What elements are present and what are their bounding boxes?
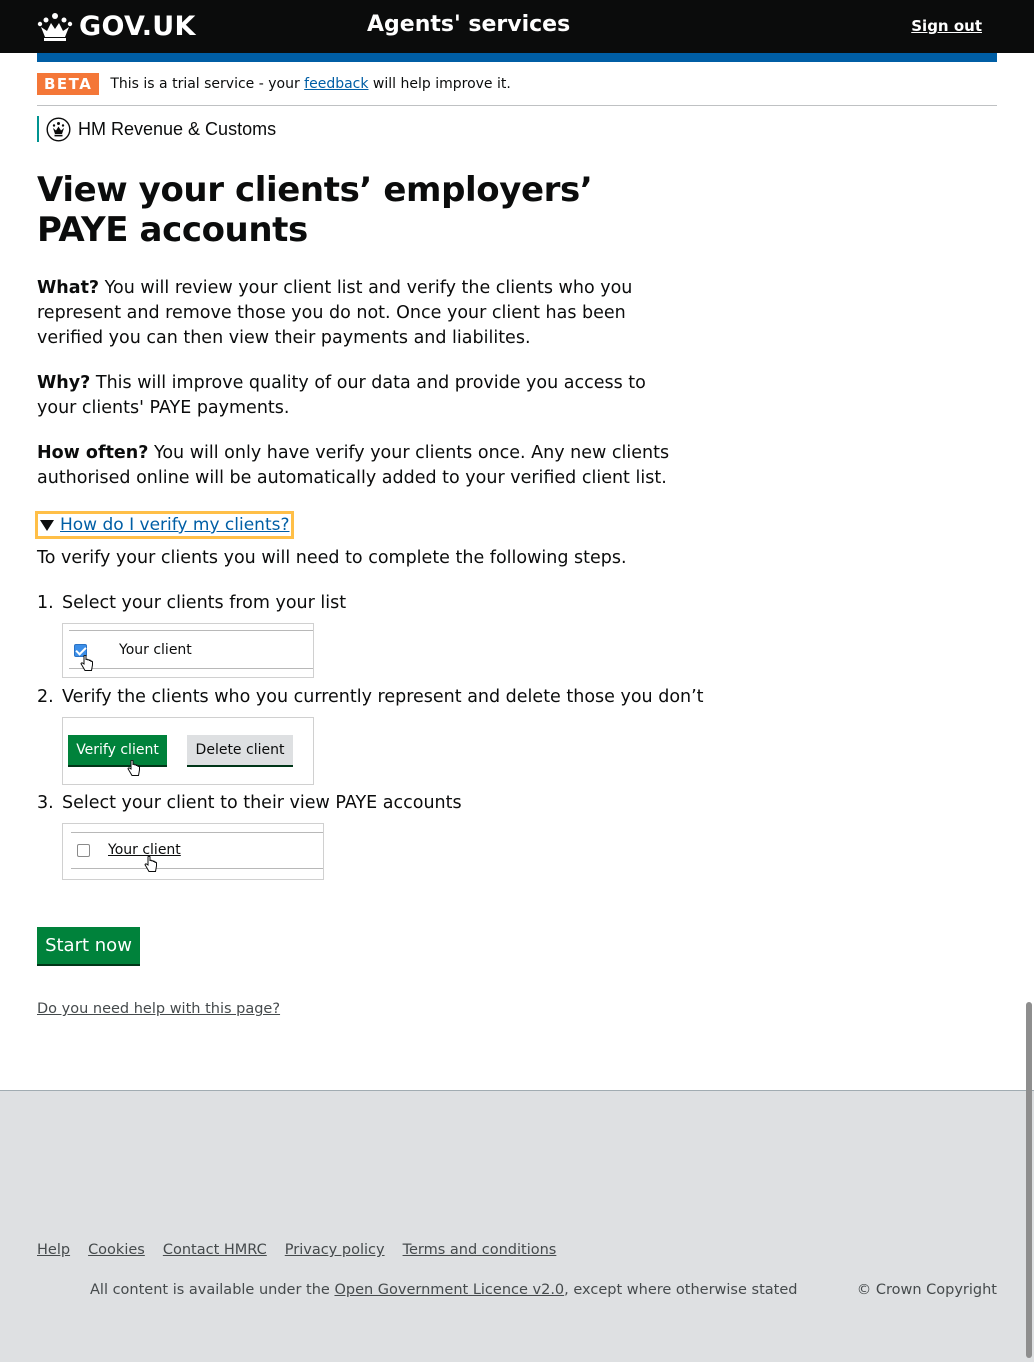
step-1: 1. Select your clients from your list bbox=[37, 591, 346, 616]
page-title: View your clients’ employers’ PAYE accou… bbox=[37, 170, 593, 250]
get-help-link[interactable]: Do you need help with this page? bbox=[37, 1001, 280, 1017]
hand-cursor-icon bbox=[80, 655, 93, 671]
beta-tag: BETA bbox=[37, 73, 100, 95]
phase-text-after: will help improve it. bbox=[368, 76, 511, 92]
step-1-illustration: Your client bbox=[62, 623, 314, 678]
organisation-banner: HM Revenue & Customs bbox=[37, 116, 276, 142]
footer-link-privacy-policy[interactable]: Privacy policy bbox=[285, 1242, 385, 1258]
step-3: 3. Select your client to their view PAYE … bbox=[37, 791, 462, 816]
what-label: What? bbox=[37, 278, 100, 298]
vertical-scrollbar[interactable] bbox=[1026, 1002, 1032, 1358]
delete-client-button-illustration: Delete client bbox=[187, 735, 293, 765]
footer-link-help[interactable]: Help bbox=[37, 1242, 70, 1258]
service-name[interactable]: Agents' services bbox=[367, 12, 570, 37]
govuk-logo-link[interactable]: GOV.UK bbox=[37, 9, 196, 43]
sign-out-link[interactable]: Sign out bbox=[911, 17, 982, 35]
illustration-top-rule bbox=[71, 832, 323, 833]
phase-text-before: This is a trial service - your bbox=[110, 76, 305, 92]
site-footer: Help Cookies Contact HMRC Privacy policy… bbox=[0, 1090, 1034, 1362]
header-accent-bar bbox=[37, 53, 997, 62]
step-3-number: 3. bbox=[37, 793, 54, 813]
open-government-licence-link[interactable]: Open Government Licence v2.0 bbox=[334, 1282, 564, 1298]
hmrc-crest-icon bbox=[46, 116, 71, 142]
step-3-illustration: Your client bbox=[62, 823, 324, 880]
footer-link-contact-hmrc[interactable]: Contact HMRC bbox=[163, 1242, 267, 1258]
how-often-paragraph: How often? You will only have verify you… bbox=[37, 441, 677, 491]
expanded-triangle-icon bbox=[40, 519, 54, 531]
site-header: GOV.UK Agents' services Sign out bbox=[0, 0, 1034, 53]
crown-copyright-link[interactable]: © Crown Copyright bbox=[857, 1282, 997, 1298]
footer-link-cookies[interactable]: Cookies bbox=[88, 1242, 145, 1258]
step-1-number: 1. bbox=[37, 593, 54, 613]
licence-text: All content is available under the Open … bbox=[90, 1282, 797, 1298]
phase-banner: BETA This is a trial service - your feed… bbox=[37, 73, 997, 106]
licence-before: All content is available under the bbox=[90, 1282, 335, 1298]
organisation-name: HM Revenue & Customs bbox=[78, 118, 277, 139]
steps-intro: To verify your clients you will need to … bbox=[37, 548, 627, 568]
licence-after: , except where otherwise stated bbox=[564, 1282, 798, 1298]
step-1-client-label: Your client bbox=[119, 642, 192, 658]
step-2: 2. Verify the clients who you currently r… bbox=[37, 685, 704, 710]
details-summary-text[interactable]: How do I verify my clients? bbox=[60, 515, 289, 535]
why-text: This will improve quality of our data an… bbox=[37, 373, 646, 418]
verify-client-button-illustration: Verify client bbox=[68, 735, 167, 765]
step-2-number: 2. bbox=[37, 687, 54, 707]
step-2-illustration: Verify client Delete client bbox=[62, 717, 314, 785]
illustration-top-rule bbox=[69, 630, 313, 631]
footer-links: Help Cookies Contact HMRC Privacy policy… bbox=[37, 1242, 556, 1258]
step-2-label: Verify the clients who you currently rep… bbox=[62, 687, 704, 707]
empty-checkbox-icon bbox=[77, 844, 90, 857]
why-paragraph: Why? This will improve quality of our da… bbox=[37, 371, 677, 421]
crown-icon bbox=[37, 13, 73, 41]
phase-banner-text: This is a trial service - your feedback … bbox=[110, 73, 510, 95]
step-1-label: Select your clients from your list bbox=[62, 593, 347, 613]
govuk-logo-text: GOV.UK bbox=[79, 10, 196, 42]
hand-cursor-icon bbox=[144, 856, 157, 872]
start-now-button[interactable]: Start now bbox=[37, 927, 140, 964]
hand-cursor-icon bbox=[127, 760, 140, 776]
why-label: Why? bbox=[37, 373, 91, 393]
step-3-label: Select your client to their view PAYE ac… bbox=[62, 793, 462, 813]
verify-details-summary[interactable]: How do I verify my clients? bbox=[35, 511, 295, 539]
what-paragraph: What? You will review your client list a… bbox=[37, 276, 677, 351]
what-text: You will review your client list and ver… bbox=[37, 278, 633, 348]
illustration-bottom-rule bbox=[71, 868, 323, 869]
how-often-label: How often? bbox=[37, 443, 149, 463]
footer-link-terms[interactable]: Terms and conditions bbox=[403, 1242, 557, 1258]
feedback-link[interactable]: feedback bbox=[304, 76, 368, 92]
illustration-bottom-rule bbox=[69, 668, 313, 669]
